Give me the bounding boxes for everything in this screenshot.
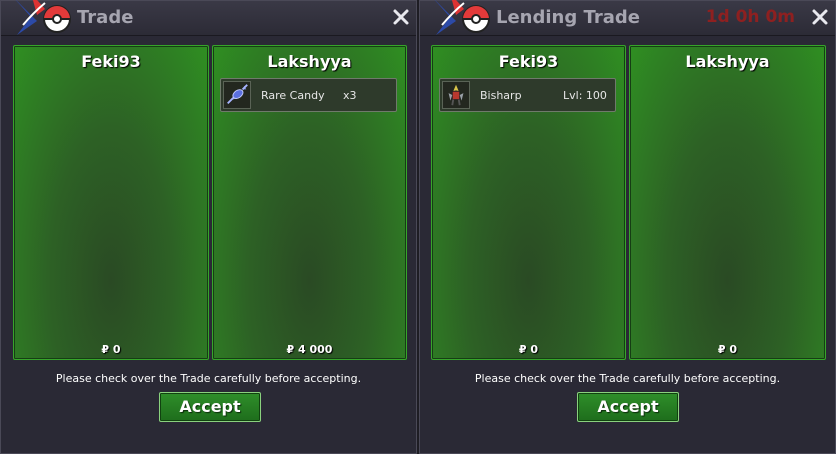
trade-notice: Please check over the Trade carefully be… (55, 372, 362, 385)
trade-notice: Please check over the Trade carefully be… (474, 372, 781, 385)
item-level: Lvl: 100 (563, 89, 607, 102)
panel-player-name: Feki93 (498, 52, 559, 71)
pokeball-logo-icon (434, 0, 490, 35)
close-icon[interactable] (390, 6, 412, 28)
pokeball-logo-icon (15, 0, 71, 35)
item-quantity: x3 (343, 89, 357, 102)
panel-player-name: Lakshyya (685, 52, 770, 71)
offer-panel-lakshyya: Lakshyya ₽ 0 (629, 45, 826, 360)
trade-window: Trade Feki93 ₽ 0 Lakshyya Rare Candy x3 … (0, 0, 417, 454)
offer-panel-feki93: Feki93 ₽ 0 (13, 45, 209, 360)
item-name: Rare Candy (261, 89, 325, 102)
trade-item-row[interactable]: Bisharp Lvl: 100 (439, 78, 616, 112)
panel-player-name: Lakshyya (267, 52, 352, 71)
bisharp-icon (442, 81, 470, 109)
offer-panel-lakshyya: Lakshyya Rare Candy x3 ₽ 4 000 (212, 45, 407, 360)
lending-trade-window: Lending Trade 1d 0h 0m Feki93 Bisharp Lv… (419, 0, 836, 454)
accept-button[interactable]: Accept (159, 392, 261, 422)
panel-money: ₽ 0 (717, 343, 738, 356)
trade-item-row[interactable]: Rare Candy x3 (220, 78, 397, 112)
panel-money: ₽ 0 (101, 343, 121, 356)
panel-money: ₽ 0 (518, 343, 539, 356)
offer-panel-feki93: Feki93 Bisharp Lvl: 100 ₽ 0 (431, 45, 626, 360)
rare-candy-icon (223, 81, 251, 109)
panel-player-name: Feki93 (81, 52, 141, 71)
close-icon[interactable] (809, 6, 831, 28)
lending-titlebar[interactable]: Lending Trade 1d 0h 0m (420, 0, 835, 36)
window-title: Trade (77, 7, 134, 28)
panel-money: ₽ 4 000 (286, 343, 333, 356)
item-name: Bisharp (480, 89, 522, 102)
accept-button[interactable]: Accept (577, 392, 679, 422)
lending-timer: 1d 0h 0m (705, 7, 795, 27)
window-title: Lending Trade (496, 7, 640, 28)
trade-titlebar[interactable]: Trade (1, 0, 416, 36)
